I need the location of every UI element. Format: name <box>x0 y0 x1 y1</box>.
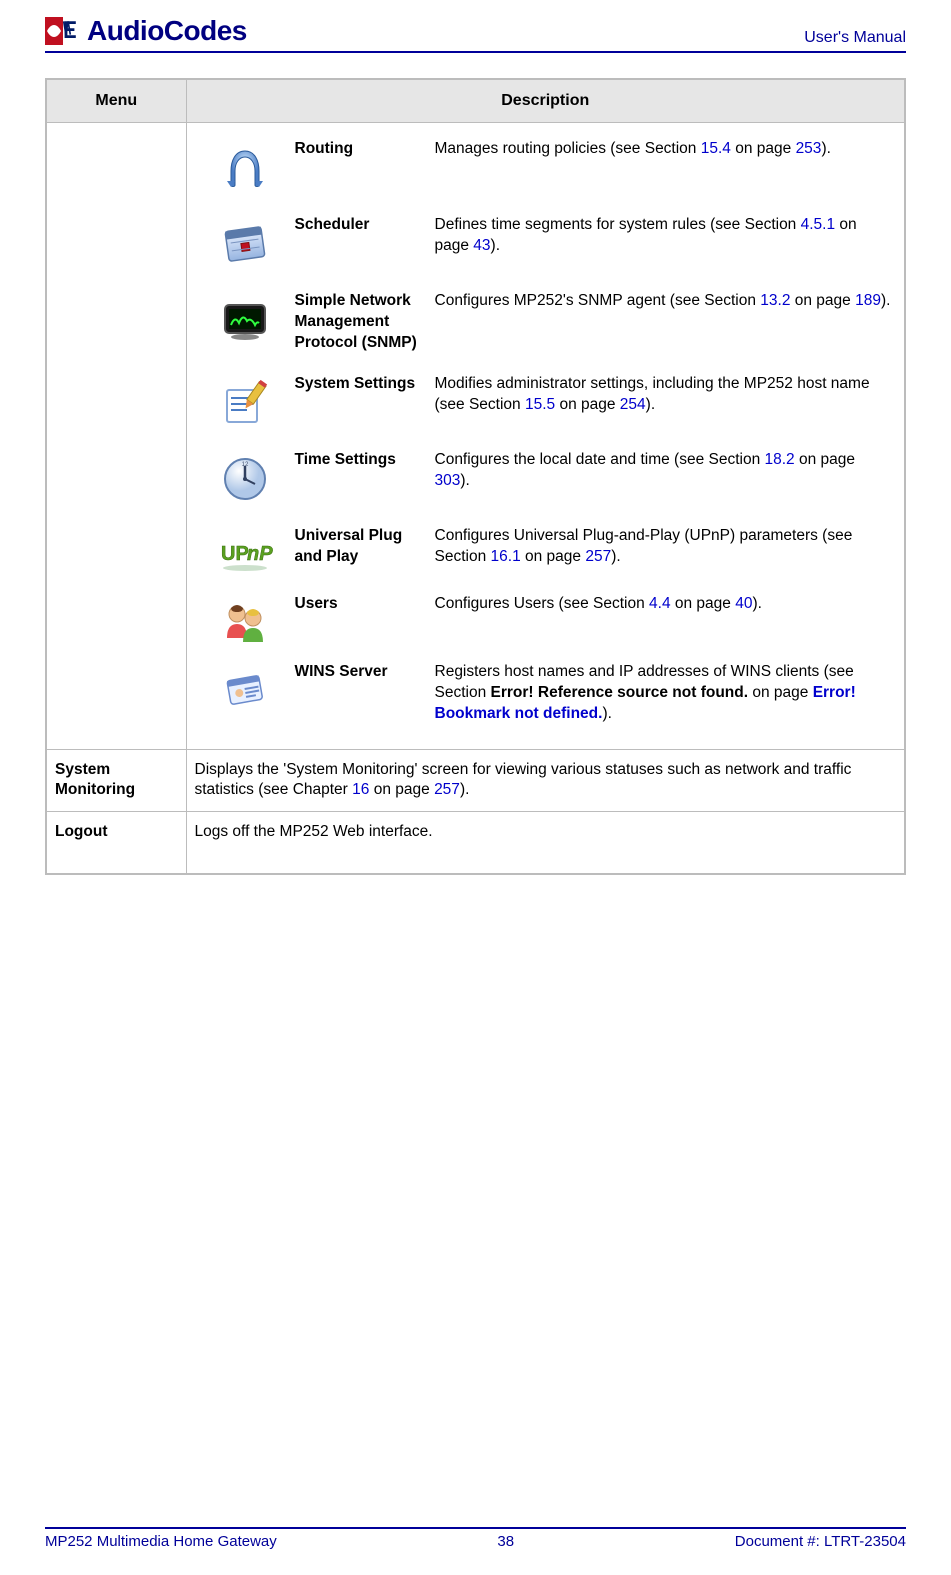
wins-icon <box>195 662 295 718</box>
item-description: Defines time segments for system rules (… <box>435 215 897 257</box>
list-item: 12 Time SettingsConfigures the local date… <box>195 444 897 520</box>
text: Configures Users (see Section <box>435 595 650 612</box>
footer-page-number: 38 <box>497 1533 514 1550</box>
section-link: 16.1 <box>491 548 521 565</box>
list-item: RoutingManages routing policies (see Sec… <box>195 133 897 209</box>
audiocodes-logo-icon <box>45 17 83 45</box>
section-link: 189 <box>855 292 881 309</box>
description-cell-logout: Logs off the MP252 Web interface. <box>186 812 905 874</box>
menu-cell-blank <box>46 123 186 750</box>
list-item: UsersConfigures Users (see Section 4.4 o… <box>195 588 897 656</box>
item-label: Users <box>295 594 435 615</box>
item-description: Configures Universal Plug-and-Play (UPnP… <box>435 526 897 568</box>
text: ). <box>491 237 500 254</box>
item-description: Registers host names and IP addresses of… <box>435 662 897 725</box>
section-link: 16 <box>352 781 369 798</box>
svg-text:12: 12 <box>241 462 248 468</box>
table-row: System Monitoring Displays the 'System M… <box>46 749 905 812</box>
item-description: Configures the local date and time (see … <box>435 450 897 492</box>
text: ). <box>460 781 469 798</box>
snmp-icon <box>195 291 295 347</box>
text: ). <box>752 595 761 612</box>
menu-cell-system-monitoring: System Monitoring <box>46 749 186 812</box>
section-link: 257 <box>434 781 460 798</box>
text: on page <box>748 684 813 701</box>
text: ). <box>611 548 620 565</box>
text: ). <box>646 396 655 413</box>
brand-logo: AudioCodes <box>45 15 247 47</box>
footer-right: Document #: LTRT-23504 <box>735 1533 906 1550</box>
text: on page <box>671 595 736 612</box>
item-label: WINS Server <box>295 662 435 683</box>
scheduler-icon <box>195 215 295 271</box>
text: on page <box>790 292 855 309</box>
svg-text:nP: nP <box>247 543 273 565</box>
section-link: 40 <box>735 595 752 612</box>
description-cell-system-monitoring: Displays the 'System Monitoring' screen … <box>186 749 905 812</box>
item-label: Time Settings <box>295 450 435 471</box>
menu-description-table: Menu Description RoutingManages routing … <box>45 78 906 875</box>
menu-cell-logout: Logout <box>46 812 186 874</box>
routing-icon <box>195 139 295 195</box>
page-footer: MP252 Multimedia Home Gateway 38 Documen… <box>45 1527 906 1550</box>
text: ). <box>821 140 830 157</box>
text: Configures the local date and time (see … <box>435 451 765 468</box>
upnp-icon: UPnP <box>195 526 295 582</box>
table-row: Logout Logs off the MP252 Web interface. <box>46 812 905 874</box>
item-description: Configures Users (see Section 4.4 on pag… <box>435 594 897 615</box>
item-description: Manages routing policies (see Section 15… <box>435 139 897 160</box>
error-text: Error! Reference source not found. <box>491 684 749 701</box>
section-link: 253 <box>796 140 822 157</box>
section-link: 254 <box>620 396 646 413</box>
section-link: 43 <box>473 237 490 254</box>
text: ). <box>602 705 611 722</box>
system-settings-icon <box>195 374 295 430</box>
section-link: 15.5 <box>525 396 555 413</box>
section-link: 13.2 <box>760 292 790 309</box>
text: Manages routing policies (see Section <box>435 140 701 157</box>
section-link: 4.4 <box>649 595 671 612</box>
list-item: UPnPUniversal Plug and PlayConfigures Un… <box>195 520 897 588</box>
item-label: System Settings <box>295 374 435 395</box>
header-doc-title: User's Manual <box>804 29 906 47</box>
description-cell-items: RoutingManages routing policies (see Sec… <box>186 123 905 750</box>
text: ). <box>881 292 890 309</box>
text: on page <box>731 140 796 157</box>
list-item: Simple Network Management Protocol (SNMP… <box>195 285 897 368</box>
item-description: Configures MP252's SNMP agent (see Secti… <box>435 291 897 312</box>
users-icon <box>195 594 295 650</box>
text: on page <box>795 451 855 468</box>
section-link: 303 <box>435 472 461 489</box>
list-item: WINS ServerRegisters host names and IP a… <box>195 656 897 739</box>
brand-name: AudioCodes <box>87 15 247 47</box>
table-row: RoutingManages routing policies (see Sec… <box>46 123 905 750</box>
svg-text:UP: UP <box>221 543 249 565</box>
text: on page <box>521 548 586 565</box>
section-link: 15.4 <box>701 140 731 157</box>
item-description: Modifies administrator settings, includi… <box>435 374 897 416</box>
item-label: Scheduler <box>295 215 435 236</box>
section-link: 257 <box>585 548 611 565</box>
section-link: 18.2 <box>765 451 795 468</box>
item-label: Routing <box>295 139 435 160</box>
list-item: System SettingsModifies administrator se… <box>195 368 897 444</box>
time-settings-icon: 12 <box>195 450 295 506</box>
text: on page <box>369 781 434 798</box>
column-header-menu: Menu <box>46 79 186 123</box>
text: ). <box>460 472 469 489</box>
item-label: Simple Network Management Protocol (SNMP… <box>295 291 435 354</box>
page-header: AudioCodes User's Manual <box>45 15 906 53</box>
text: on page <box>555 396 620 413</box>
item-label: Universal Plug and Play <box>295 526 435 568</box>
section-link: 4.5.1 <box>801 216 835 233</box>
text: Defines time segments for system rules (… <box>435 216 801 233</box>
text: Configures MP252's SNMP agent (see Secti… <box>435 292 761 309</box>
list-item: SchedulerDefines time segments for syste… <box>195 209 897 285</box>
footer-left: MP252 Multimedia Home Gateway <box>45 1533 277 1550</box>
column-header-description: Description <box>186 79 905 123</box>
text: Displays the 'System Monitoring' screen … <box>195 761 852 799</box>
